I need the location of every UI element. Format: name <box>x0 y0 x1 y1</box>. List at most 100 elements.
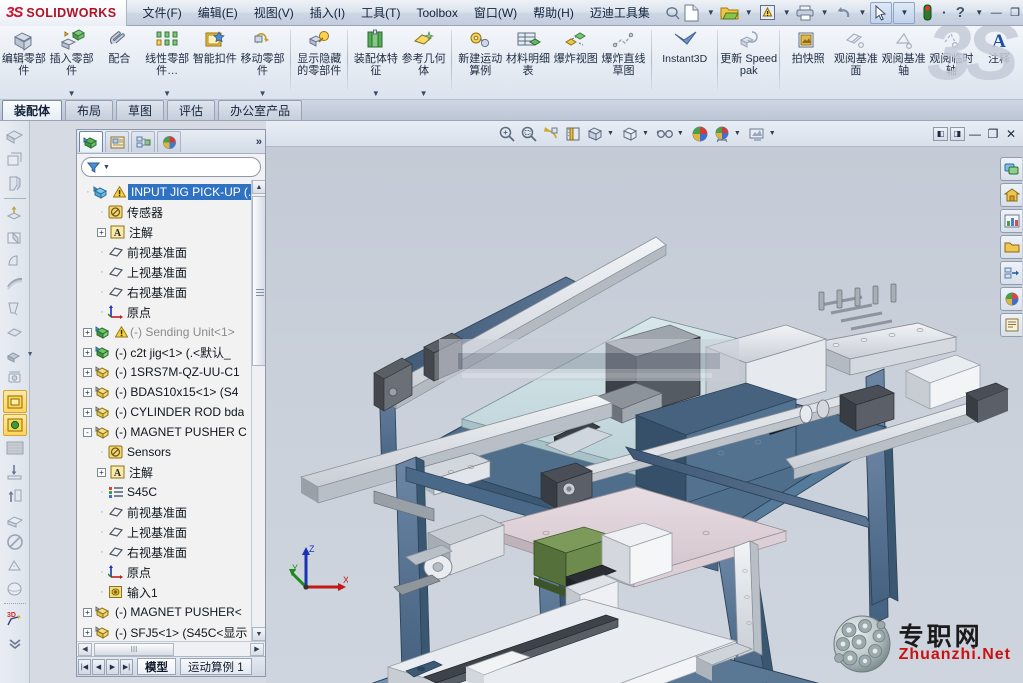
ribbon-insert-component[interactable]: 插入零部件 ▼ <box>48 26 96 98</box>
more-chevron-icon[interactable] <box>3 632 27 656</box>
tree-expander[interactable]: + <box>83 407 92 417</box>
tree-expander[interactable]: + <box>83 607 92 617</box>
ribbon-instant3d[interactable]: Instant3D <box>656 26 713 98</box>
ribbon-assembly-features-dropdown[interactable]: ▼ <box>372 89 380 98</box>
help-button[interactable]: ? <box>949 2 971 24</box>
ribbon-insert-component-dropdown[interactable]: ▼ <box>68 89 76 98</box>
new-document-button[interactable] <box>681 2 703 24</box>
select-tool-button[interactable] <box>870 1 893 24</box>
tree-expander[interactable]: + <box>97 227 106 237</box>
extruded-boss-icon[interactable] <box>3 203 27 225</box>
tab-office-products[interactable]: 办公室产品 <box>218 100 303 120</box>
ribbon-move-component-dropdown[interactable]: ▼ <box>259 89 267 98</box>
ribbon-explode-line-sketch[interactable]: 爆炸直线草图 <box>600 26 648 98</box>
ribbon-view-axes[interactable]: 观阅基准轴 <box>880 26 928 98</box>
document-minimize-button[interactable]: — <box>967 127 983 141</box>
pin-icon[interactable] <box>665 6 681 20</box>
print-dropdown[interactable]: ▼ <box>818 8 832 17</box>
feature-tree-filter[interactable]: ▼ <box>81 157 261 177</box>
feature-tree-item[interactable]: · 上视基准面 <box>79 522 265 542</box>
last-document-button[interactable]: ▶| <box>120 658 133 675</box>
appearances-scenes-icon[interactable] <box>1000 287 1022 311</box>
tab-assembly[interactable]: 装配体 <box>2 100 63 120</box>
menu-window[interactable]: 窗口(W) <box>467 1 524 24</box>
display-style-dropdown[interactable]: ▼ <box>642 130 649 137</box>
design-library-icon[interactable] <box>1000 183 1022 207</box>
curves-icon[interactable] <box>2 413 27 437</box>
menu-maidi-toolset[interactable]: 迈迪工具集 <box>583 1 657 24</box>
tile-right-button[interactable]: ◨ <box>950 126 965 141</box>
feature-tree-item[interactable]: + (-) 1SRS7M-QZ-UU-C1 <box>79 362 265 382</box>
custom-properties-icon[interactable] <box>1000 313 1022 337</box>
feature-tree-item[interactable]: + (-) c2t jig<1> (.<默认_ <box>79 342 265 362</box>
search-folder-icon[interactable] <box>1000 235 1022 259</box>
ribbon-take-snapshot[interactable]: 拍快照 <box>784 26 832 98</box>
ribbon-reference-geometry[interactable]: 参考几何体 ▼ <box>400 26 448 98</box>
feature-tree-body[interactable]: · INPUT JIG PICK-UP (.= · 传感器 + A 注解 · 前视基准面 · 上视基… <box>77 180 265 641</box>
ribbon-show-hidden-components[interactable]: 显示隐藏的零部件 <box>295 26 343 98</box>
shell-icon[interactable] <box>3 507 27 529</box>
file-explorer-icon[interactable] <box>1000 209 1022 233</box>
document-restore-button[interactable]: ❐ <box>985 127 1001 141</box>
zoom-to-fit-icon[interactable] <box>518 123 540 145</box>
feature-tree-item[interactable]: · 传感器 <box>79 202 265 222</box>
ribbon-move-component[interactable]: 移动零部件 ▼ <box>239 26 287 98</box>
previous-document-button[interactable]: ◀ <box>92 658 105 675</box>
document-tab-motion-study[interactable]: 运动算例 1 <box>180 658 252 675</box>
feature-tree-vertical-scrollbar[interactable]: ▲ ▼ <box>251 180 265 641</box>
instant3d-toggle-icon[interactable]: 3D <box>3 607 27 631</box>
ribbon-update-speedpak[interactable]: 更新 Speedpak <box>720 26 777 98</box>
display-style-icon[interactable] <box>619 123 641 145</box>
feature-tree-item[interactable]: · 前视基准面 <box>79 242 265 262</box>
tab-evaluate[interactable]: 评估 <box>167 100 216 120</box>
feature-tree-item[interactable]: · 原点 <box>79 562 265 582</box>
tree-expander[interactable]: + <box>83 627 92 637</box>
ribbon-reference-geometry-dropdown[interactable]: ▼ <box>420 89 428 98</box>
tab-layout[interactable]: 布局 <box>65 100 114 120</box>
undo-dropdown[interactable]: ▼ <box>856 8 870 17</box>
feature-tree-item[interactable]: · Sensors <box>79 442 265 462</box>
feature-tree-item[interactable]: + (-) CYLINDER ROD bda <box>79 402 265 422</box>
feature-tree-item[interactable]: · INPUT JIG PICK-UP (.= <box>79 182 265 202</box>
document-close-button[interactable]: ✕ <box>1003 127 1019 141</box>
suppress-icon[interactable] <box>3 531 27 553</box>
tree-scroll-down-button[interactable]: ▼ <box>252 627 265 641</box>
menu-edit[interactable]: 编辑(E) <box>191 1 245 24</box>
tree-scroll-up-button[interactable]: ▲ <box>252 180 265 194</box>
feature-tree-item[interactable]: · 前视基准面 <box>79 502 265 522</box>
ribbon-linear-component-pattern-dropdown[interactable]: ▼ <box>163 89 171 98</box>
feature-tree-item[interactable]: · 原点 <box>79 302 265 322</box>
window-restore-button[interactable]: ❐ <box>1006 5 1023 21</box>
previous-view-icon[interactable] <box>540 123 562 145</box>
hidden-lines-removed-icon[interactable] <box>3 148 27 170</box>
swept-boss-icon[interactable] <box>3 273 27 295</box>
menu-file[interactable]: 文件(F) <box>135 1 188 24</box>
feature-tree-item[interactable]: · 右视基准面 <box>79 282 265 302</box>
ribbon-exploded-view[interactable]: 爆炸视图 <box>552 26 600 98</box>
ribbon-smart-fasteners[interactable]: 智能扣件 <box>191 26 239 98</box>
feature-tree-filter-input[interactable] <box>112 161 260 173</box>
save-document-button[interactable] <box>757 2 779 24</box>
extruded-cut-icon[interactable] <box>3 227 27 249</box>
draft-icon[interactable] <box>3 554 27 576</box>
feature-tree-item[interactable]: + (-) BDAS10x15<1> (S4 <box>79 382 265 402</box>
select-tool-dropdown[interactable]: ▼ <box>893 1 916 24</box>
rib-icon[interactable] <box>3 367 27 389</box>
tree-hscroll-left-button[interactable]: ◀ <box>78 642 92 656</box>
view-orientation-dropdown[interactable]: ▼ <box>607 130 614 137</box>
new-document-dropdown[interactable]: ▼ <box>704 8 718 17</box>
reference-plane-icon[interactable] <box>2 390 27 413</box>
zoom-to-area-icon[interactable] <box>496 123 518 145</box>
fillet-icon[interactable] <box>3 320 27 342</box>
next-document-button[interactable]: ▶ <box>106 658 119 675</box>
view-settings-dropdown[interactable]: ▼ <box>769 130 776 137</box>
feature-tree-item[interactable]: + A 注解 <box>79 462 265 482</box>
property-manager-tab[interactable] <box>105 131 129 152</box>
rebuild-button[interactable] <box>916 2 938 24</box>
tree-scroll-thumb[interactable] <box>252 196 265 366</box>
configuration-manager-tab[interactable] <box>131 131 155 152</box>
feature-tree-item[interactable]: · 右视基准面 <box>79 542 265 562</box>
open-document-button[interactable] <box>719 2 741 24</box>
feature-tree-item[interactable]: + (-) MAGNET PUSHER< <box>79 602 265 622</box>
ribbon-new-motion-study[interactable]: 新建运动算例 <box>456 26 504 98</box>
